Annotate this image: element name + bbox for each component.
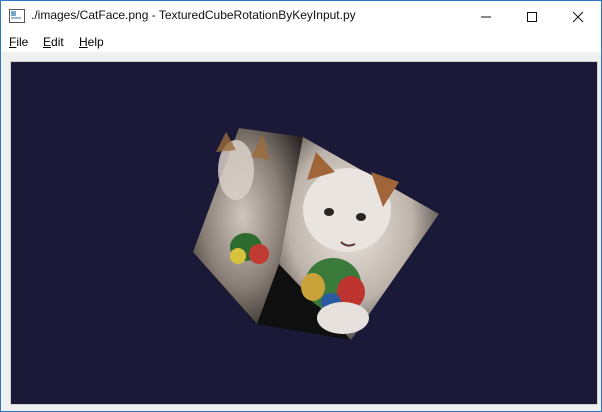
- menu-help[interactable]: Help: [79, 35, 104, 49]
- textured-cube: [193, 128, 439, 340]
- minimize-button[interactable]: [463, 1, 509, 32]
- close-icon: [572, 11, 584, 22]
- close-button[interactable]: [555, 1, 601, 32]
- menu-file[interactable]: File: [9, 35, 28, 49]
- menu-edit[interactable]: Edit: [43, 35, 64, 49]
- app-window-icon[interactable]: [9, 9, 25, 23]
- window-title: ./images/CatFace.png - TexturedCubeRotat…: [31, 8, 356, 22]
- title-bar[interactable]: ./images/CatFace.png - TexturedCubeRotat…: [1, 1, 601, 32]
- opengl-viewport[interactable]: [10, 61, 598, 405]
- minimize-icon: [481, 16, 491, 17]
- maximize-icon: [527, 11, 537, 22]
- app-window: ./images/CatFace.png - TexturedCubeRotat…: [0, 0, 602, 412]
- maximize-button[interactable]: [509, 1, 555, 32]
- menu-bar: File Edit Help: [1, 32, 601, 52]
